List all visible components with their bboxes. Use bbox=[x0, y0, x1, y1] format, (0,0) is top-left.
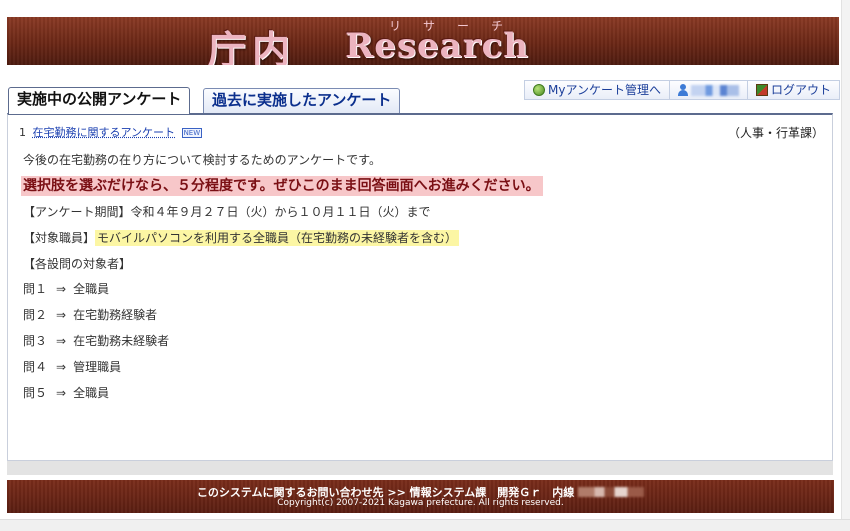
question-row: 問３ ⇒ 在宅勤務未経験者 bbox=[23, 329, 824, 355]
survey-title-link[interactable]: 在宅勤務に関するアンケート bbox=[33, 126, 176, 139]
user-icon bbox=[677, 84, 688, 96]
my-surveys-button[interactable]: Myアンケート管理へ bbox=[524, 80, 670, 100]
per-question-label: 【各設問の対象者】 bbox=[23, 256, 132, 271]
tab-past-surveys[interactable]: 過去に実施したアンケート bbox=[203, 88, 401, 113]
extension-number-redacted bbox=[578, 487, 645, 497]
user-button[interactable] bbox=[669, 80, 748, 100]
question-target: 全職員 bbox=[73, 282, 110, 297]
question-target: 在宅勤務未経験者 bbox=[73, 334, 170, 349]
survey-period: 【アンケート期間】令和４年９月２７日（火）から１０月１１日（火）まで bbox=[23, 204, 431, 219]
question-row: 問４ ⇒ 管理職員 bbox=[23, 355, 824, 381]
survey-department: （人事・行革課） bbox=[727, 126, 824, 140]
banner-logo-jp: 庁内 bbox=[208, 28, 297, 65]
account-links: Myアンケート管理へ ログアウト bbox=[524, 80, 840, 100]
question-number: 問４ bbox=[23, 360, 48, 375]
window-right-edge bbox=[841, 0, 850, 531]
window-bottom-edge bbox=[0, 519, 850, 531]
question-target: 在宅勤務経験者 bbox=[73, 308, 158, 323]
target-value: モバイルパソコンを利用する全職員（在宅勤務の未経験者を含む） bbox=[95, 229, 460, 246]
survey-notice: 選択肢を選ぶだけなら、５分程度です。ぜひこのまま回答画面へお進みください。 bbox=[21, 175, 543, 196]
arrow-icon: ⇒ bbox=[56, 308, 67, 323]
question-row: 問５ ⇒ 全職員 bbox=[23, 381, 824, 407]
new-badge: NEW bbox=[181, 128, 203, 138]
survey-target-line: 【対象職員】 モバイルパソコンを利用する全職員（在宅勤務の未経験者を含む） bbox=[23, 226, 824, 252]
question-target: 管理職員 bbox=[73, 360, 122, 375]
arrow-icon: ⇒ bbox=[56, 386, 67, 401]
survey-description: 今後の在宅勤務の在り方について検討するためのアンケートです。 bbox=[23, 153, 381, 167]
survey-notice-line: 選択肢を選ぶだけなら、５分程度です。ぜひこのまま回答画面へお進みください。 bbox=[21, 174, 824, 200]
survey-number: 1 bbox=[19, 126, 26, 139]
question-number: 問３ bbox=[23, 334, 48, 349]
question-row: 問２ ⇒ 在宅勤務経験者 bbox=[23, 303, 824, 329]
question-number: 問５ bbox=[23, 386, 48, 401]
arrow-icon: ⇒ bbox=[56, 360, 67, 375]
user-name-redacted bbox=[690, 84, 739, 96]
question-number: 問２ bbox=[23, 308, 48, 323]
arrow-icon: ⇒ bbox=[56, 282, 67, 297]
globe-icon bbox=[533, 84, 545, 96]
survey-header: 1 在宅勤務に関するアンケート NEW （人事・行革課） bbox=[19, 124, 824, 140]
question-number: 問１ bbox=[23, 282, 48, 297]
survey-details: 今後の在宅勤務の在り方について検討するためのアンケートです。 選択肢を選ぶだけな… bbox=[21, 148, 824, 407]
panel-bottom-bar bbox=[7, 461, 833, 475]
arrow-icon: ⇒ bbox=[56, 334, 67, 349]
logout-icon bbox=[755, 84, 768, 96]
survey-panel: 1 在宅勤務に関するアンケート NEW （人事・行革課） 今後の在宅勤務の在り方… bbox=[7, 113, 833, 461]
site-banner: リサーチ 庁内 Research bbox=[7, 17, 839, 65]
question-row: 問１ ⇒ 全職員 bbox=[23, 277, 824, 303]
tabs-row: 実施中の公開アンケート 過去に実施したアンケート Myアンケート管理へ ログアウ… bbox=[7, 80, 840, 114]
question-target: 全職員 bbox=[73, 386, 110, 401]
my-surveys-label: Myアンケート管理へ bbox=[548, 83, 661, 97]
tab-active-surveys[interactable]: 実施中の公開アンケート bbox=[8, 87, 191, 114]
logout-label: ログアウト bbox=[770, 83, 831, 97]
footer: このシステムに関するお問い合わせ先 >> 情報システム課 開発Ｇｒ 内線 Cop… bbox=[7, 480, 834, 513]
target-label: 【対象職員】 bbox=[23, 230, 96, 245]
banner-logo-en: Research bbox=[345, 26, 530, 65]
footer-copyright: Copyright(c) 2007-2021 Kagawa prefecture… bbox=[277, 498, 564, 508]
logout-button[interactable]: ログアウト bbox=[747, 80, 840, 100]
